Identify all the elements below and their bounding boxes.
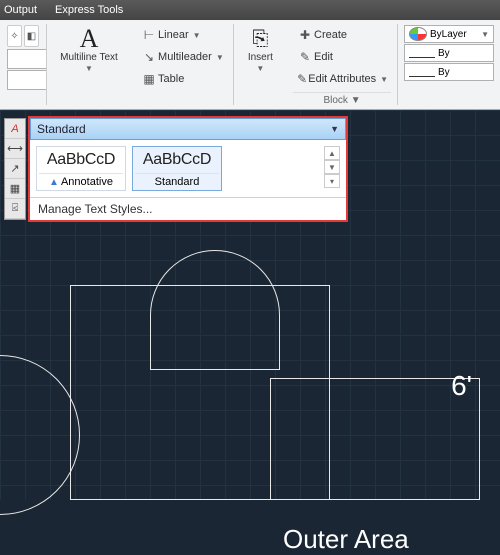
create-block-button[interactable]: ✚ Create xyxy=(293,24,391,46)
bylayer-swatch-icon xyxy=(409,27,427,41)
text-palette: A ⟷ ↗ ▦ ⍃ xyxy=(4,118,26,220)
style-name: Annotative xyxy=(61,176,113,188)
dimension-text: 6' xyxy=(451,370,472,402)
annotative-icon: ⍃ xyxy=(12,202,19,215)
leader-icon: ↗ xyxy=(10,162,19,175)
table-icon: ▦ xyxy=(10,182,20,195)
edit-attributes-button[interactable]: ✎ Edit Attributes▼ xyxy=(293,68,391,90)
style-sample: AaBbCcD xyxy=(135,149,219,174)
scroll-down-button[interactable]: ▼ xyxy=(324,160,340,174)
letter-a-icon: A xyxy=(11,123,18,135)
edit-icon: ✎ xyxy=(296,50,314,64)
table-button[interactable]: ▦ Table xyxy=(137,68,227,90)
tool-button[interactable]: ◧ xyxy=(24,25,39,47)
palette-annotative[interactable]: ⍃ xyxy=(5,199,25,219)
manage-text-styles-button[interactable]: Manage Text Styles... xyxy=(30,197,346,220)
style-option-annotative[interactable]: AaBbCcD ▲Annotative xyxy=(36,146,126,191)
text-icon: A xyxy=(57,26,121,52)
text-style-combo[interactable]: Standard ▼ xyxy=(30,118,346,140)
table-icon: ▦ xyxy=(140,72,158,86)
chevron-down-icon: ▼ xyxy=(256,64,264,73)
style-option-standard[interactable]: AaBbCcD Standard xyxy=(132,146,222,191)
palette-dim-style[interactable]: ⟷ xyxy=(5,139,25,159)
insert-icon: ⎘ xyxy=(244,26,277,52)
menu-output[interactable]: Output xyxy=(4,4,37,16)
linear-dimension-button[interactable]: ⊢ Linear▼ xyxy=(137,24,227,46)
scroll-more-button[interactable]: ▾ xyxy=(324,174,340,188)
lineweight-icon xyxy=(409,67,435,77)
style-name: Standard xyxy=(155,176,200,188)
small-combo[interactable] xyxy=(7,70,47,90)
shape-arch xyxy=(150,250,280,370)
create-icon: ✚ xyxy=(296,28,314,42)
text-style-dropdown: Standard ▼ AaBbCcD ▲Annotative AaBbCcD S… xyxy=(28,116,348,222)
menu-bar: Output Express Tools xyxy=(0,0,500,20)
annotative-icon: ▲ xyxy=(49,177,59,188)
insert-block-button[interactable]: ⎘ Insert ▼ xyxy=(240,24,281,76)
linear-icon: ⊢ xyxy=(140,28,158,42)
lineweight-icon xyxy=(409,48,435,58)
ribbon: ✧ ◧ A Multiline Text ▼ ⊢ Linear▼ ↘ Multi… xyxy=(0,20,500,110)
menu-express-tools[interactable]: Express Tools xyxy=(55,4,123,16)
multiline-text-button[interactable]: A Multiline Text ▼ xyxy=(53,24,125,76)
shape-rect-right xyxy=(270,378,480,500)
lineweight-combo-1[interactable]: By xyxy=(404,44,494,62)
scroll-up-button[interactable]: ▲ xyxy=(324,146,340,160)
gallery-scroll: ▲ ▼ ▾ xyxy=(324,146,340,191)
tool-button[interactable]: ✧ xyxy=(7,25,22,47)
color-combo[interactable]: ByLayer▼ xyxy=(404,25,494,43)
text-style-gallery: AaBbCcD ▲Annotative AaBbCcD Standard ▲ ▼… xyxy=(30,140,346,197)
label-outer-area: Outer Area xyxy=(283,524,409,555)
palette-leader-style[interactable]: ↗ xyxy=(5,159,25,179)
palette-text-style[interactable]: A xyxy=(5,119,25,139)
dim-icon: ⟷ xyxy=(7,142,23,155)
chevron-down-icon: ▼ xyxy=(85,64,93,73)
style-sample: AaBbCcD xyxy=(39,149,123,174)
palette-table-style[interactable]: ▦ xyxy=(5,179,25,199)
attributes-icon: ✎ xyxy=(296,72,308,86)
combo-value: Standard xyxy=(37,122,86,136)
lineweight-combo-2[interactable]: By xyxy=(404,63,494,81)
chevron-down-icon: ▼ xyxy=(330,124,339,134)
edit-block-button[interactable]: ✎ Edit xyxy=(293,46,391,68)
panel-label-block[interactable]: Block ▼ xyxy=(293,92,391,106)
shape-rect-large xyxy=(70,285,330,500)
leader-icon: ↘ xyxy=(140,50,158,64)
multileader-button[interactable]: ↘ Multileader▼ xyxy=(137,46,227,68)
small-combo[interactable] xyxy=(7,49,47,69)
shape-semicircle xyxy=(0,355,80,515)
